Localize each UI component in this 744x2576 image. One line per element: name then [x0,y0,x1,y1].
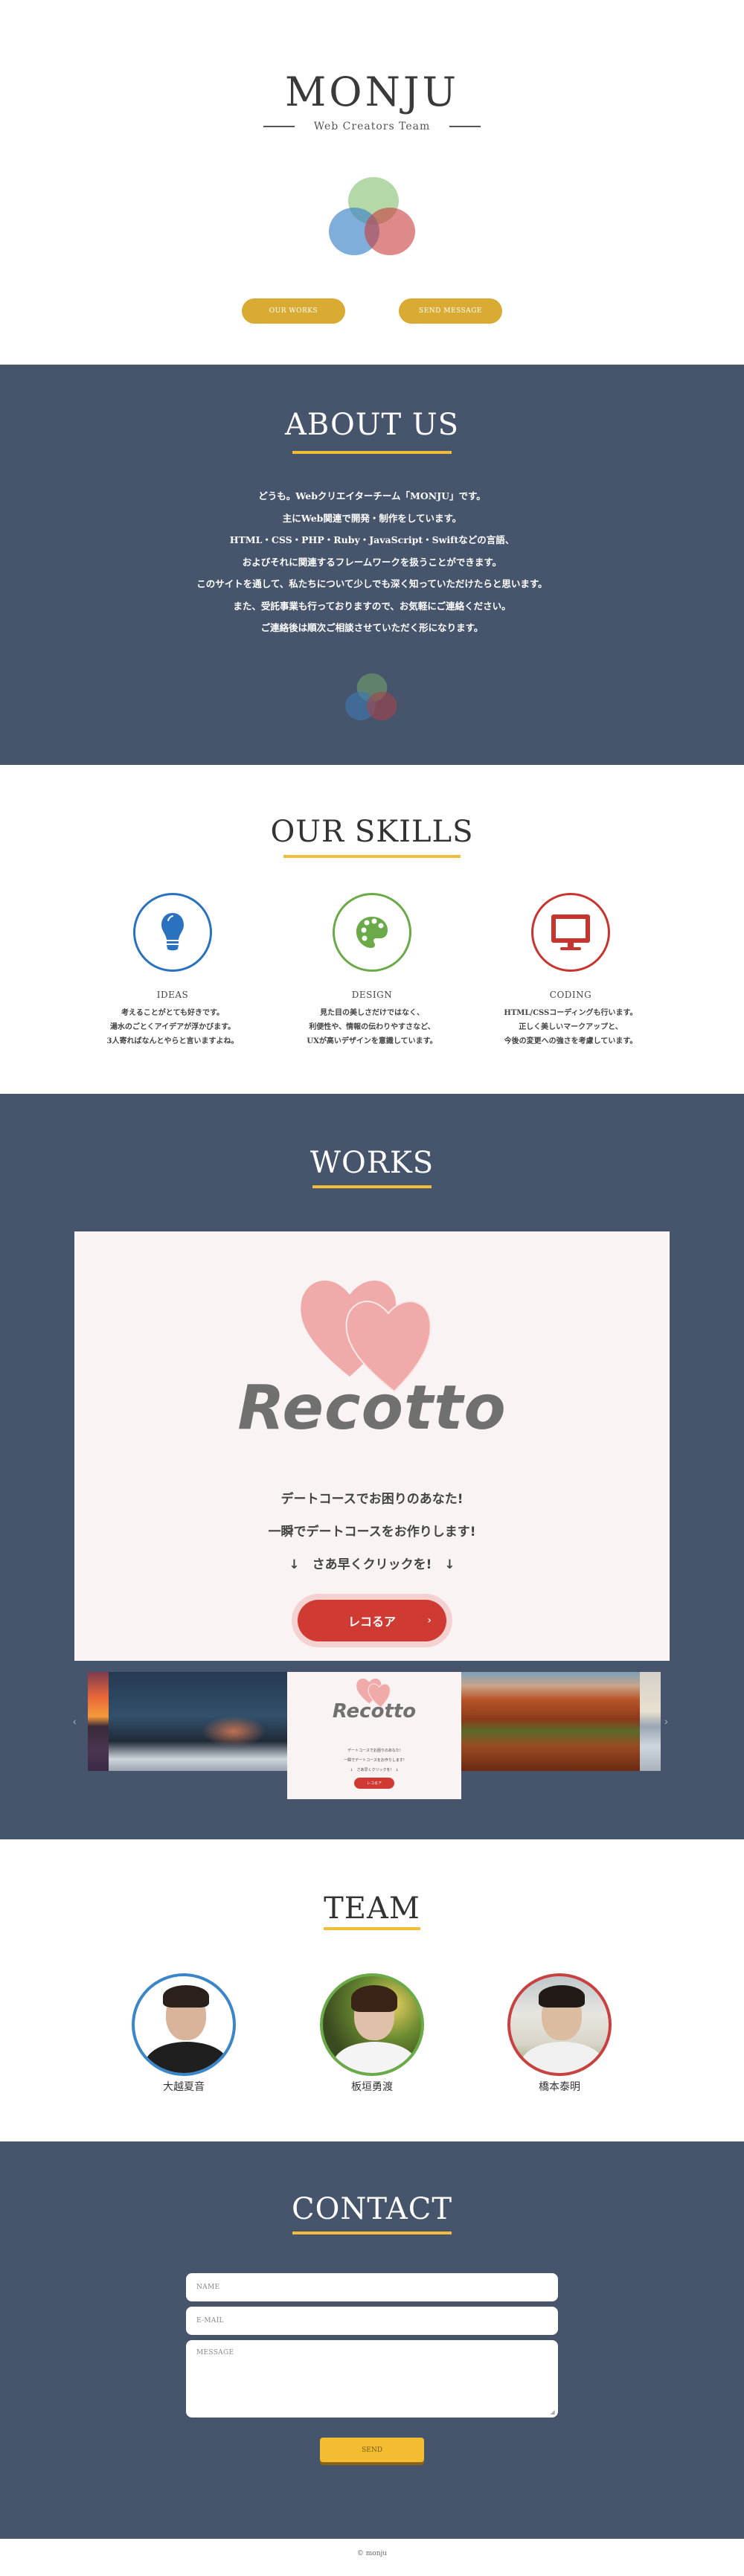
member-name: 板垣勇渡 [351,2081,393,2093]
contact-title-underline [292,2231,452,2234]
recotto-cta-label: レコるア [347,1615,396,1629]
carousel-thumb-night[interactable] [109,1672,287,1771]
about-line: このサイトを通して、私たちについて少しでも深く知っていただけたらと思います。 [196,578,548,589]
carousel-thumb-sunset[interactable] [88,1672,109,1771]
about-line: およびそれに関連するフレームワークを扱うことができます。 [242,556,502,568]
works-carousel: ‹ Recotto デートコースでお困りのあなた! 一瞬でデートコースをお作りし… [0,1672,744,1821]
team-member: 大越夏音 [124,1973,243,2094]
resize-handle-icon[interactable]: ◢ [551,2409,555,2415]
about-line: また、受託事業も行っておりますので、お気軽にご連絡ください。 [233,600,511,612]
skills-section: OUR SKILLS IDEAS 考えることがとても好きです。 湯水のごとくアイ… [0,765,744,1094]
skill-coding: CODING HTML/CSSコーディングも行います。 正しく美しいマークアップ… [474,893,667,1048]
about-title-underline [292,451,452,454]
recotto-line: ↓ さあ早くクリックを! ↓ [289,1557,455,1572]
red-circle [365,208,415,255]
about-line: ご連絡後は順次ご相談させていただく形になります。 [260,622,484,633]
footer: © monju [0,2539,744,2576]
skill-desc-line: 利便性や、情報の伝わりやすさなど、 [309,1023,435,1031]
skill-name: CODING [549,990,592,1000]
avatar [320,1973,424,2076]
recotto-cta-button[interactable]: レコるア › [298,1600,446,1641]
skill-desc-line: 見た目の美しさだけではなく、 [320,1009,424,1017]
works-main-slide[interactable]: Recotto デートコースでお困りのあなた! 一瞬でデートコースをお作りします… [74,1231,670,1661]
contact-title: CONTACT [291,2192,453,2226]
member-name: 大越夏音 [163,2081,205,2093]
recotto-line: デートコースでお困りのあなた! [280,1492,464,1507]
team-member: 板垣勇渡 [312,1973,432,2094]
carousel-thumb-canyon[interactable] [461,1672,640,1771]
team-title-underline [324,1927,420,1930]
skill-description: 考えることがとても好きです。 湯水のごとくアイデアが浮かびます。 3人寄ればなん… [76,1006,269,1048]
copyright: © monju [356,2550,388,2557]
message-textarea[interactable]: MESSAGE ◢ [186,2340,558,2418]
skill-ideas: IDEAS 考えることがとても好きです。 湯水のごとくアイデアが浮かびます。 3… [76,893,269,1048]
recotto-line: ↓ さあ早くクリックを! ↓ [350,1768,399,1772]
works-title-underline [312,1185,432,1188]
chevron-right-icon: › [427,1615,432,1627]
site-logo: MONJU [285,68,459,115]
carousel-thumb-snow[interactable] [640,1672,661,1771]
skills-title-underline [283,855,461,858]
skill-description: HTML/CSSコーディングも行います。 正しく美しいマークアップと、 今後の変… [474,1006,667,1048]
about-line: HTML・CSS・PHP・Ruby・JavaScript・Swiftなどの言語、 [229,534,515,545]
skill-desc-line: 正しく美しいマークアップと、 [519,1023,623,1031]
skill-desc-line: 湯水のごとくアイデアが浮かびます。 [109,1023,236,1031]
skill-name: DESIGN [351,990,393,1000]
recotto-copy: デートコースでお困りのあなた! 一瞬でデートコースをお作りします! ↓ さあ早く… [287,1746,461,1775]
recotto-line: 一瞬でデートコースをお作りします! [268,1525,476,1539]
tagline-divider-left [263,126,295,127]
recotto-brand: Recotto [237,1373,507,1444]
our-works-button[interactable]: OUR WORKS [242,298,345,324]
skill-desc-line: 3人寄ればなんとやらと言いますよね。 [106,1037,239,1045]
team-member: 橋本泰明 [500,1973,619,2094]
works-title: WORKS [310,1146,434,1180]
recotto-line: デートコースでお困りのあなた! [347,1749,401,1753]
recotto-line: 一瞬でデートコースをお作りします! [344,1758,405,1763]
skill-desc-line: HTML/CSSコーディングも行います。 [504,1009,638,1017]
send-message-button[interactable]: SEND MESSAGE [399,298,502,324]
name-placeholder: NAME [196,2284,220,2291]
email-input[interactable]: E-MAIL [186,2307,558,2335]
skill-name: IDEAS [156,990,189,1000]
skill-description: 見た目の美しさだけではなく、 利便性や、情報の伝わりやすさなど、 UXが高いデザ… [275,1006,469,1048]
avatar [507,1973,612,2076]
skills-title: OUR SKILLS [270,815,474,849]
tagline-row: Web Creators Team [0,121,744,132]
lightbulb-icon [133,893,212,972]
recotto-copy: デートコースでお困りのあなた! 一瞬でデートコースをお作りします! ↓ さあ早く… [74,1483,670,1581]
carousel-next-button[interactable]: › [664,1715,668,1727]
works-section: WORKS Recotto デートコースでお困りのあなた! 一瞬でデートコースを… [0,1094,744,1839]
red-circle [366,691,397,720]
team-section: TEAM 大越夏音 板垣勇渡 橋本泰明 [0,1839,744,2141]
skill-desc-line: 今後の変更への強さを考慮しています。 [504,1037,638,1045]
venn-logo-icon [329,177,418,259]
team-title: TEAM [324,1891,420,1926]
contact-section: CONTACT NAME E-MAIL MESSAGE ◢ SEND [0,2141,744,2539]
recotto-mini-cta: レコるア [354,1778,394,1789]
skill-desc-line: 考えることがとても好きです。 [121,1009,224,1017]
tagline: Web Creators Team [313,121,431,132]
carousel-thumb-recotto[interactable]: Recotto デートコースでお困りのあなた! 一瞬でデートコースをお作りします… [287,1672,461,1799]
message-placeholder: MESSAGE [196,2349,234,2356]
carousel-prev-button[interactable]: ‹ [73,1715,77,1727]
hero-section: MONJU Web Creators Team OUR WORKS SEND M… [0,0,744,365]
about-title: ABOUT US [284,408,460,442]
venn-small-icon [345,673,399,723]
name-input[interactable]: NAME [186,2273,558,2301]
about-section: ABOUT US どうも。Webクリエイターチーム「MONJU」です。 主にWe… [0,365,744,765]
monitor-icon [531,893,610,972]
recotto-brand: Recotto [332,1700,417,1723]
palette-icon [333,893,411,972]
about-line: どうも。Webクリエイターチーム「MONJU」です。 [258,490,486,502]
skill-design: DESIGN 見た目の美しさだけではなく、 利便性や、情報の伝わりやすさなど、 … [275,893,469,1048]
about-text: どうも。Webクリエイターチーム「MONJU」です。 主にWeb関連で開発・制作… [0,485,744,639]
skill-desc-line: UXが高いデザインを意識しています。 [307,1037,437,1045]
member-name: 橋本泰明 [539,2081,580,2093]
tagline-divider-right [449,126,481,127]
avatar [132,1973,236,2076]
email-placeholder: E-MAIL [196,2317,224,2325]
send-button[interactable]: SEND [320,2438,424,2462]
about-line: 主にWeb関連で開発・制作をしています。 [282,512,462,524]
